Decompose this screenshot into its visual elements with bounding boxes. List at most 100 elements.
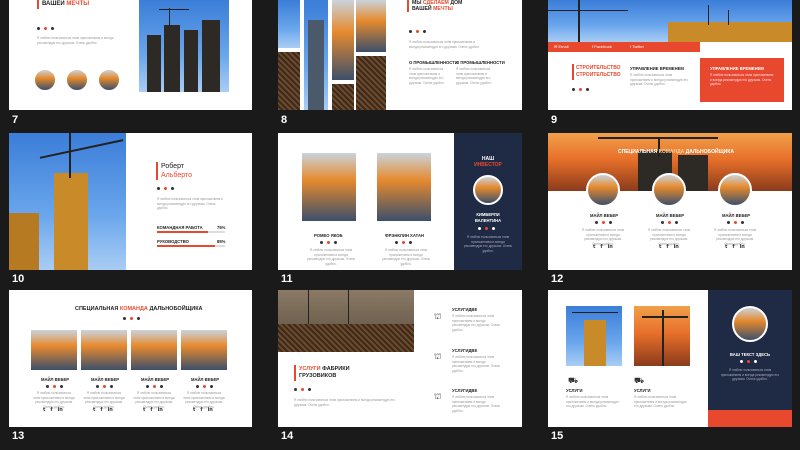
twitter-link[interactable]: t Twitter [630, 44, 644, 49]
dots-decoration [96, 385, 113, 388]
twitter-icon[interactable]: t [725, 244, 727, 250]
investor-name: КИМБЕРЛИ ВАЛЕНТИНА [474, 212, 502, 223]
dots-decoration [294, 388, 311, 391]
crane-icon: ⛫ [434, 312, 442, 321]
twitter-icon[interactable]: t [193, 407, 195, 413]
column-heading: УПРАВЛЕНИЕ ВРЕМЕНЕМ [630, 66, 684, 71]
column-heading: О ПРОМЫШЛЕННОСТИ [409, 60, 458, 65]
service-title: УСЛУГИДВЕ [452, 388, 478, 393]
truck-icon: ⛟ [568, 376, 579, 385]
skill-bar-fill [157, 231, 208, 233]
side-text: Я люблю пользоваться этим приложением и … [720, 368, 780, 381]
team-avatar [97, 68, 121, 92]
social-icons: t f in [659, 244, 679, 250]
body-text: Я люблю пользоваться этим приложением и … [37, 36, 114, 45]
team-photo [81, 330, 127, 370]
slide-title: СПЕЦИАЛЬНАЯ КОМАНДА ДАЛЬНОБОЙЩИКА [75, 306, 203, 312]
email-link[interactable]: ✉ Email [554, 44, 568, 49]
slide-thumbnail-13[interactable]: СПЕЦИАЛЬНАЯ КОМАНДА ДАЛЬНОБОЙЩИКА МАЙЛ В… [9, 290, 252, 427]
investor-panel: НАШ ИНВЕСТОР КИМБЕРЛИ ВАЛЕНТИНА Я люблю по… [454, 133, 522, 270]
person-name: ФРЭНКЛИН ХАТАН [385, 233, 425, 238]
slide-thumbnail-8[interactable]: МЫ СДЕЛАЕМ ДОМ ВАШЕЙ МЕЧТЫ Я люблю польз… [278, 0, 522, 110]
team-member-name: МАЙЛ ВЕБЕР [141, 377, 170, 382]
slide-number: 11 [281, 273, 293, 285]
photo-tile [332, 0, 354, 80]
investor-avatar [473, 175, 503, 205]
panel-title: НАШ ИНВЕСТОР [474, 156, 502, 168]
twitter-icon[interactable]: t [143, 407, 145, 413]
slide-thumbnail-14[interactable]: УСЛУГИ ФАБРИКИ ГРУЗОВИКОВ Я люблю пользов… [278, 290, 522, 427]
accent-bar [572, 64, 574, 80]
linkedin-icon[interactable]: in [608, 244, 613, 250]
social-icons: t f in [725, 244, 745, 250]
column-text: Я люблю пользоваться этим приложением и … [630, 73, 689, 86]
facebook-link[interactable]: f Facebook [592, 44, 612, 49]
dots-decoration [146, 385, 163, 388]
crane-photo [9, 133, 126, 270]
linkedin-icon[interactable]: in [158, 407, 163, 413]
facebook-icon[interactable]: f [200, 407, 202, 413]
linkedin-icon[interactable]: in [108, 407, 113, 413]
skill-value: 75% [217, 225, 226, 230]
team-member-name: МАЙЛ ВЕБЕР [91, 377, 120, 382]
slide-thumbnail-11[interactable]: РОМЕО ЯКОБ ФРЭНКЛИН ХАТАН Я люблю пользо… [278, 133, 522, 270]
slide-number: 10 [12, 273, 25, 285]
slide-number: 13 [12, 430, 25, 442]
slide-number: 14 [281, 430, 294, 442]
twitter-icon[interactable]: t [593, 244, 595, 250]
slide-thumbnail-10[interactable]: Роберт Альберто Я люблю пользоваться этим… [9, 133, 252, 270]
investor-text: Я люблю пользоваться этим приложением и … [463, 235, 513, 253]
twitter-icon[interactable]: t [93, 407, 95, 413]
slide-title: СТРОИТЕЛЬСТВО СТРОИТЕЛЬСТВО [576, 65, 621, 78]
person-name: Роберт Альберто [161, 163, 192, 179]
slide-number: 7 [12, 114, 19, 126]
team-member-name: МАЙЛ ВЕБЕР [191, 377, 220, 382]
facebook-icon[interactable]: f [50, 407, 52, 413]
dots-decoration [123, 317, 140, 320]
dots-decoration [727, 221, 744, 224]
dots-decoration [157, 187, 174, 190]
facebook-icon[interactable]: f [150, 407, 152, 413]
dots-decoration [320, 241, 337, 244]
linkedin-icon[interactable]: in [58, 407, 63, 413]
slide-number: 15 [551, 430, 564, 442]
facebook-icon[interactable]: f [666, 244, 668, 250]
body-text: Я люблю пользоваться этим приложением и … [157, 197, 223, 210]
slide-thumbnail-9[interactable]: ✉ Email f Facebook t Twitter СТРОИТЕЛЬСТ… [548, 0, 792, 110]
slide-thumbnail-15[interactable]: ⛟ ⛟ УСЛУГИ УСЛУГИ Я люблю пользоваться э… [548, 290, 792, 427]
facebook-icon[interactable]: f [600, 244, 602, 250]
highlight-box: УПРАВЛЕНИЕ ВРЕМЕНЕМ Я люблю пользоваться… [700, 58, 784, 102]
worker-photo [377, 153, 431, 221]
social-bar: ✉ Email f Facebook t Twitter [548, 42, 700, 52]
linkedin-icon[interactable]: in [208, 407, 213, 413]
service-title: УСЛУГИДВЕ [452, 307, 478, 312]
facebook-icon[interactable]: f [732, 244, 734, 250]
twitter-icon[interactable]: t [43, 407, 45, 413]
service-title: УСЛУГИДВЕ [452, 348, 478, 353]
linkedin-icon[interactable]: in [740, 244, 745, 250]
team-member-name: МАЙЛ ВЕБЕР [590, 213, 619, 218]
slide-number: 8 [281, 114, 288, 126]
slide-thumbnail-7[interactable]: ВАШЕЙ МЕЧТЫ Я люблю пользоваться этим пр… [9, 0, 252, 110]
photo-tile [356, 56, 386, 110]
site-photo [278, 290, 414, 352]
team-member-name: МАЙЛ ВЕБЕР [722, 213, 751, 218]
dots-decoration [196, 385, 213, 388]
person-name: РОМЕО ЯКОБ [314, 233, 343, 238]
photo-tile [304, 0, 328, 110]
service-text: Я люблю пользоваться этим приложением и … [452, 355, 501, 373]
photo-tile [278, 52, 300, 110]
facebook-icon[interactable]: f [100, 407, 102, 413]
skill-bar-fill [157, 245, 215, 247]
team-avatar [33, 68, 57, 92]
linkedin-icon[interactable]: in [674, 244, 679, 250]
building-photo [139, 0, 229, 92]
person-text: Я люблю пользоваться этим приложением и … [306, 248, 356, 266]
team-photo [181, 330, 227, 370]
person-text: Я люблю пользоваться этим приложением и … [381, 248, 431, 266]
crane-icon: ⛫ [434, 392, 442, 401]
twitter-icon[interactable]: t [659, 244, 661, 250]
column-text: Я люблю пользоваться этим приложением и … [409, 67, 445, 85]
column-text: Я люблю пользоваться этим приложением и … [456, 67, 492, 85]
slide-thumbnail-12[interactable]: СПЕЦИАЛЬНАЯ КОМАНДА ДАЛЬНОБОЙЩИКА МАЙЛ В… [548, 133, 792, 270]
